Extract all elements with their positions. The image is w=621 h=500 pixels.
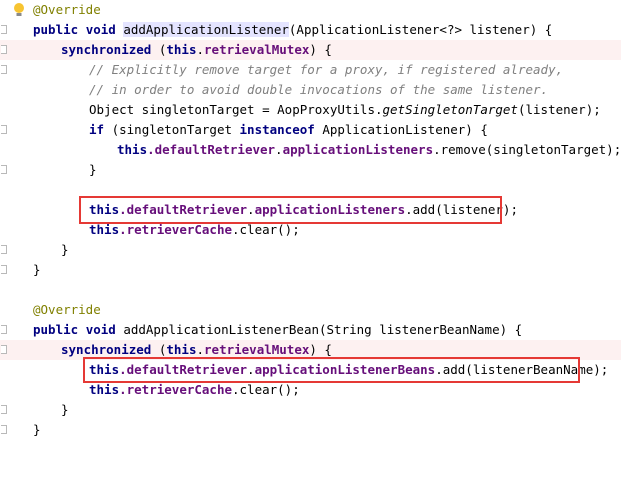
fold-marker[interactable] xyxy=(1,245,7,254)
code-line-16[interactable]: public void addApplicationListenerBean(S… xyxy=(0,320,621,340)
code-line-3[interactable]: synchronized (this.retrievalMutex) { xyxy=(0,40,621,60)
code-line-14[interactable] xyxy=(0,280,621,300)
fold-marker[interactable] xyxy=(1,425,7,434)
code-editor[interactable]: @Override public void addApplicationList… xyxy=(0,0,621,454)
comment: // Explicitly remove target for a proxy,… xyxy=(89,62,564,77)
statement: Object singletonTarget = AopProxyUtils.g… xyxy=(89,102,601,117)
annotation: @Override xyxy=(33,302,101,317)
code-line-5[interactable]: // in order to avoid double invocations … xyxy=(0,80,621,100)
code-line-19[interactable]: this.retrieverCache.clear(); xyxy=(0,380,621,400)
fold-marker[interactable] xyxy=(1,25,7,34)
closing-brace: } xyxy=(33,262,41,277)
code-line-21[interactable]: } xyxy=(0,420,621,440)
if-statement: if (singletonTarget instanceof Applicati… xyxy=(89,122,488,137)
statement: this.defaultRetriever.applicationListene… xyxy=(117,142,621,157)
fold-marker[interactable] xyxy=(1,125,7,134)
fold-marker[interactable] xyxy=(1,265,7,274)
method-name: addApplicationListener xyxy=(123,22,289,37)
fold-marker[interactable] xyxy=(1,325,7,334)
lightbulb-icon[interactable] xyxy=(12,2,26,18)
fold-marker[interactable] xyxy=(1,45,7,54)
method-signature: public void addApplicationListenerBean(S… xyxy=(33,322,523,337)
code-line-12[interactable]: } xyxy=(0,240,621,260)
code-line-7[interactable]: if (singletonTarget instanceof Applicati… xyxy=(0,120,621,140)
highlight-box xyxy=(83,357,580,383)
comment: // in order to avoid double invocations … xyxy=(89,82,549,97)
code-line-15[interactable]: @Override xyxy=(0,300,621,320)
code-line-8[interactable]: this.defaultRetriever.applicationListene… xyxy=(0,140,621,160)
code-line-20[interactable]: } xyxy=(0,400,621,420)
code-line-4[interactable]: // Explicitly remove target for a proxy,… xyxy=(0,60,621,80)
annotation: @Override xyxy=(33,2,101,17)
code-line-2[interactable]: public void addApplicationListener(Appli… xyxy=(0,20,621,40)
highlight-box xyxy=(79,196,502,224)
code-line-13[interactable]: } xyxy=(0,260,621,280)
closing-brace: } xyxy=(89,162,97,177)
synchronized-block: synchronized (this.retrievalMutex) { xyxy=(61,42,332,57)
code-line-1[interactable]: @Override xyxy=(0,0,621,20)
method-signature: public void addApplicationListener(Appli… xyxy=(33,22,553,37)
fold-marker[interactable] xyxy=(1,405,7,414)
closing-brace: } xyxy=(61,402,69,417)
statement: this.retrieverCache.clear(); xyxy=(89,382,300,397)
closing-brace: } xyxy=(33,422,41,437)
fold-marker[interactable] xyxy=(1,165,7,174)
code-line-9[interactable]: } xyxy=(0,160,621,180)
fold-marker[interactable] xyxy=(1,345,7,354)
code-line-6[interactable]: Object singletonTarget = AopProxyUtils.g… xyxy=(0,100,621,120)
fold-marker[interactable] xyxy=(1,65,7,74)
closing-brace: } xyxy=(61,242,69,257)
